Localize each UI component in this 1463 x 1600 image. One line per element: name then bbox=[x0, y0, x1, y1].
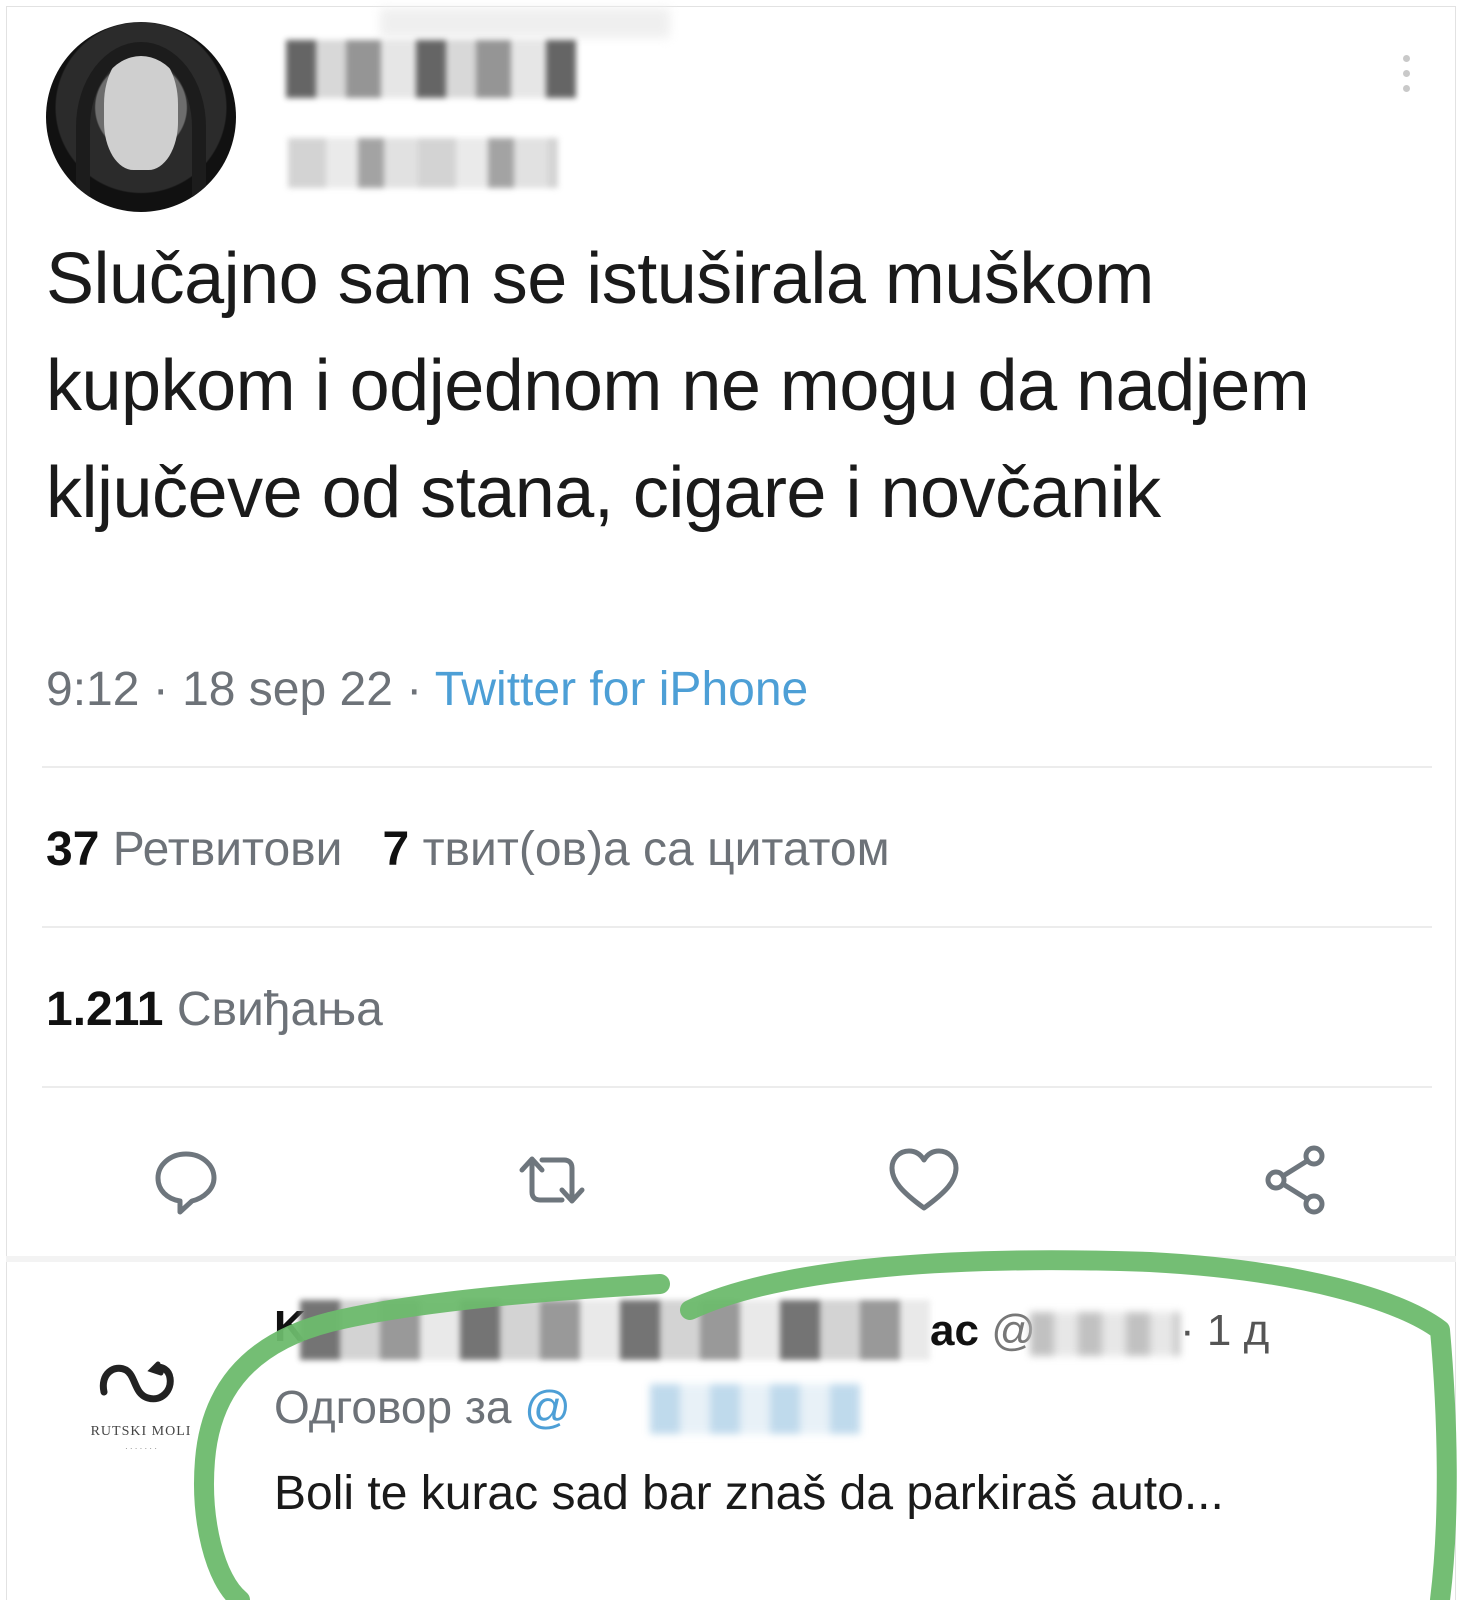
reply-logo-subtext: · · · · · · · bbox=[125, 1444, 157, 1453]
redacted-reply-handle bbox=[1030, 1312, 1180, 1356]
reply-avatar[interactable]: RUTSKI MOLI · · · · · · · bbox=[66, 1340, 216, 1470]
meta-separator: · bbox=[392, 663, 435, 716]
like-icon[interactable] bbox=[884, 1140, 964, 1220]
tweet-source-link[interactable]: Twitter for iPhone bbox=[435, 663, 809, 716]
retweet-quote-stats: 37 Ретвитови 7 твит(ов)а са цитатом bbox=[46, 822, 890, 877]
reply-to-mention[interactable]: @ bbox=[524, 1381, 571, 1433]
retweets-count: 37 bbox=[46, 823, 100, 876]
quotes-stat[interactable]: 7 твит(ов)а са цитатом bbox=[383, 823, 890, 876]
likes-label: Свиђања bbox=[176, 983, 383, 1036]
author-avatar[interactable] bbox=[46, 22, 236, 212]
redacted-author-name[interactable] bbox=[286, 40, 576, 98]
reply-icon[interactable] bbox=[146, 1140, 226, 1220]
tweet-text: Slučajno sam se istuširala muškom kupkom… bbox=[46, 239, 1310, 533]
tweet-date: 18 sep 22 bbox=[182, 663, 393, 716]
more-options-icon[interactable] bbox=[1398, 55, 1414, 99]
retweets-label: Ретвитови bbox=[112, 823, 343, 876]
screenshot-frame: Slučajno sam se istuširala muškom kupkom… bbox=[0, 0, 1463, 1600]
divider bbox=[42, 926, 1432, 928]
reply-logo-icon bbox=[99, 1361, 174, 1403]
reply-time: · 1 д bbox=[1180, 1306, 1270, 1355]
section-separator bbox=[6, 1256, 1456, 1262]
reply-to-label: Одговор за bbox=[274, 1381, 512, 1433]
redacted-area bbox=[380, 8, 670, 38]
redacted-reply-to-handle[interactable] bbox=[650, 1384, 860, 1434]
likes-count: 1.211 bbox=[46, 983, 164, 1036]
share-icon[interactable] bbox=[1256, 1140, 1336, 1220]
divider bbox=[42, 766, 1432, 768]
tweet-time: 9:12 bbox=[46, 663, 140, 716]
tweet-meta: 9:12 · 18 sep 22 · Twitter for iPhone bbox=[46, 662, 808, 717]
redacted-reply-author-name[interactable] bbox=[300, 1300, 930, 1360]
retweets-stat[interactable]: 37 Ретвитови bbox=[46, 823, 343, 876]
reply-to-line: Одговор за @ bbox=[274, 1380, 571, 1434]
redacted-author-handle bbox=[288, 138, 558, 188]
quotes-count: 7 bbox=[382, 823, 410, 876]
retweet-icon[interactable] bbox=[512, 1140, 592, 1220]
reply-author-name-end[interactable]: ac @ bbox=[930, 1306, 1036, 1356]
divider bbox=[42, 1086, 1432, 1088]
meta-separator: · bbox=[139, 663, 183, 716]
reply-logo-text: RUTSKI MOLI bbox=[90, 1424, 192, 1439]
likes-stat[interactable]: 1.211 Свиђања bbox=[46, 982, 383, 1037]
reply-text: Boli te kurac sad bar znaš da parkiraš a… bbox=[274, 1467, 1224, 1520]
quotes-label: твит(ов)а са цитатом bbox=[422, 823, 890, 876]
